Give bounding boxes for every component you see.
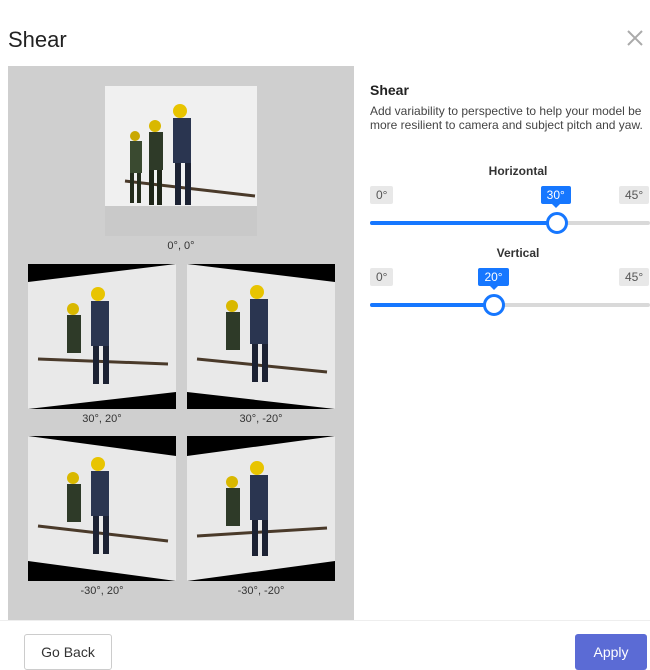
preview-thumbnail (187, 264, 335, 409)
preview-thumbnail-caption: 30°, -20° (239, 413, 283, 425)
vertical-max-badge: 45° (619, 268, 650, 286)
go-back-button[interactable]: Go Back (24, 634, 112, 670)
apply-button[interactable]: Apply (575, 634, 647, 670)
preview-original (105, 86, 257, 236)
preview-thumbnail (28, 436, 176, 581)
close-icon (627, 30, 643, 46)
settings-description: Add variability to perspective to help y… (370, 104, 643, 132)
preview-thumbnail (28, 264, 176, 409)
vertical-value-badge: 20° (478, 268, 509, 290)
preview-original-caption: 0°, 0° (167, 240, 195, 252)
vertical-min-badge: 0° (370, 268, 394, 286)
close-button[interactable] (622, 25, 648, 51)
horizontal-min-badge: 0° (370, 186, 394, 204)
vertical-label: Vertical (496, 246, 540, 260)
footer-divider (0, 620, 650, 621)
horizontal-slider-fill (370, 221, 557, 225)
horizontal-value-badge: 30° (540, 186, 571, 208)
horizontal-slider-handle[interactable] (545, 212, 568, 234)
settings-title: Shear (370, 82, 409, 98)
horizontal-slider[interactable] (370, 212, 650, 234)
horizontal-max-badge: 45° (619, 186, 650, 204)
vertical-slider-fill (370, 303, 495, 307)
preview-panel: 0°, 0° 30°, 20° 30°, -20° -30°, 20° -30°… (8, 66, 354, 620)
preview-thumbnail-caption: -30°, -20° (237, 585, 285, 597)
vertical-slider-handle[interactable] (483, 294, 506, 316)
horizontal-label: Horizontal (488, 164, 548, 178)
settings-panel: Shear Add variability to perspective to … (354, 66, 650, 620)
preview-thumbnail (187, 436, 335, 581)
dialog-title: Shear (8, 27, 67, 52)
vertical-slider[interactable] (370, 294, 650, 316)
preview-thumbnail-caption: 30°, 20° (82, 413, 122, 425)
preview-thumbnail-caption: -30°, 20° (80, 585, 124, 597)
